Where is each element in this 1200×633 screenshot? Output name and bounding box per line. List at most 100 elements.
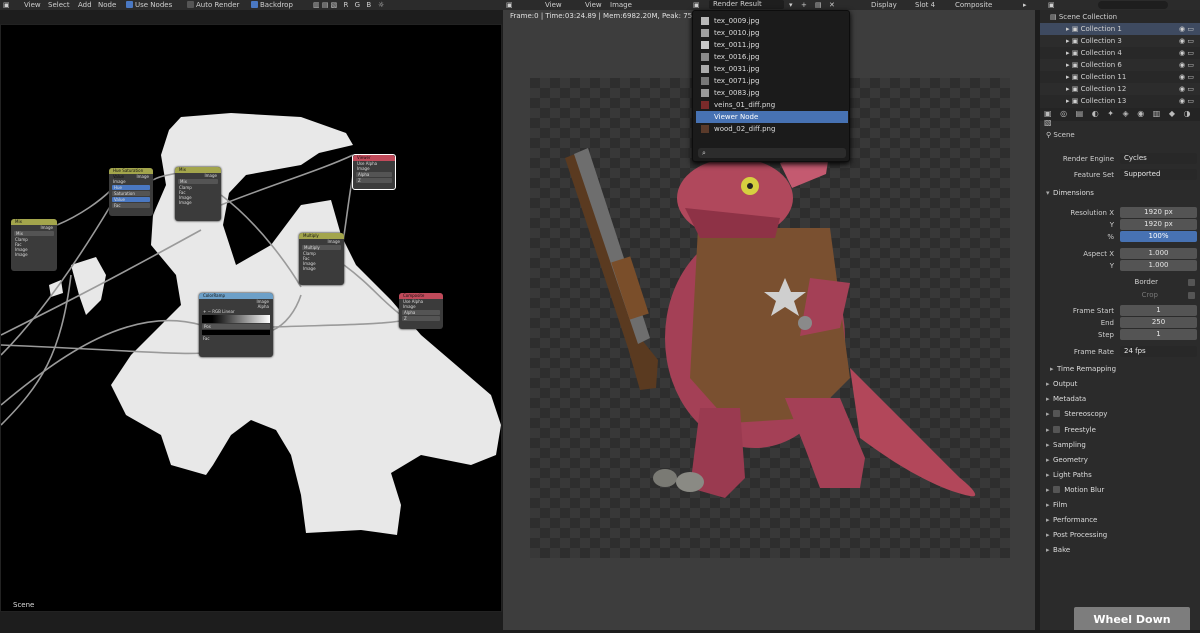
editor-type-icon[interactable]: ▣	[506, 0, 513, 10]
resolution-y-field[interactable]: 1920 px	[1120, 219, 1197, 230]
collection-row[interactable]: ▸ ▣ Collection 13 ◉ ▭	[1040, 95, 1200, 107]
use-nodes-toggle[interactable]: Use Nodes	[126, 0, 172, 10]
section-motion-blur[interactable]: ▸ Motion Blur	[1046, 486, 1104, 494]
section-stereoscopy[interactable]: ▸ Stereoscopy	[1046, 410, 1107, 418]
visibility-icons[interactable]: ◉ ▭	[1179, 35, 1194, 47]
properties-editor[interactable]: ▣ ◎ ▤ ◐ ✦ ◈ ◉ ▥ ◆ ◑ ▧ ⚲ Scene Render Eng…	[1040, 108, 1200, 630]
dropdown-search-input[interactable]: ⌕	[698, 148, 846, 158]
image-item[interactable]: tex_0011.jpg	[696, 39, 848, 51]
node-multiply[interactable]: Multiply Image Multiply Clamp Fac Image …	[299, 233, 344, 285]
menu-add[interactable]: Add	[78, 0, 92, 10]
scene-collection-row[interactable]: ▤ Scene Collection	[1040, 11, 1200, 23]
menu-view[interactable]: View	[545, 0, 562, 10]
image-item[interactable]: tex_0009.jpg	[696, 15, 848, 27]
sidebar-toggle-icon[interactable]: ▸	[1023, 0, 1027, 10]
image-browse-dropdown[interactable]: tex_0009.jpg tex_0010.jpg tex_0011.jpg t…	[692, 10, 850, 162]
image-item[interactable]: wood_02_diff.png	[696, 123, 848, 135]
image-item[interactable]: veins_01_diff.png	[696, 99, 848, 111]
collection-row[interactable]: ▸ ▣ Collection 6 ◉ ▭	[1040, 59, 1200, 71]
pass-select[interactable]: Composite	[955, 0, 992, 10]
open-image-icon[interactable]: ▤	[815, 0, 822, 10]
visibility-icons[interactable]: ◉ ▭	[1179, 23, 1194, 35]
stereoscopy-checkbox[interactable]	[1053, 410, 1060, 417]
visibility-icons[interactable]: ◉ ▭	[1179, 95, 1194, 107]
close-icon[interactable]: ✕	[829, 0, 835, 10]
property-tab-icons[interactable]: ▣ ◎ ▤ ◐ ✦ ◈ ◉ ▥ ◆ ◑ ▧	[1044, 109, 1200, 127]
node-hue-saturation-value[interactable]: Hue Saturation Value Image Image Hue Sat…	[109, 168, 153, 216]
slot-select[interactable]: Slot 4	[915, 0, 935, 10]
section-sampling[interactable]: ▸ Sampling	[1046, 441, 1086, 449]
section-post-processing[interactable]: ▸ Post Processing	[1046, 531, 1107, 539]
image-item[interactable]: tex_0010.jpg	[696, 27, 848, 39]
frame-rate-select[interactable]: 24 fps	[1120, 346, 1197, 357]
ramp-color-swatch[interactable]	[202, 330, 270, 335]
section-light-paths[interactable]: ▸ Light Paths	[1046, 471, 1092, 479]
editor-type-icon[interactable]: ▣	[3, 0, 10, 10]
section-geometry[interactable]: ▸ Geometry	[1046, 456, 1088, 464]
image-item-selected[interactable]: Viewer Node	[696, 111, 848, 123]
channel-b[interactable]: B	[366, 1, 371, 9]
section-time-remapping[interactable]: ▸ Time Remapping	[1050, 365, 1116, 373]
render-engine-select[interactable]: Cycles	[1120, 153, 1197, 164]
channel-g[interactable]: G	[355, 1, 360, 9]
menu-view[interactable]: View	[24, 0, 41, 10]
image-type-icon[interactable]: ▣	[693, 0, 700, 10]
image-name-field[interactable]: Render Result	[709, 0, 784, 9]
crop-checkbox[interactable]	[1188, 292, 1195, 299]
section-performance[interactable]: ▸ Performance	[1046, 516, 1097, 524]
section-film[interactable]: ▸ Film	[1046, 501, 1067, 509]
image-item[interactable]: tex_0083.jpg	[696, 87, 848, 99]
visibility-icons[interactable]: ◉ ▭	[1179, 83, 1194, 95]
node-editor[interactable]: Mix Image Mix Clamp Fac Image Image Hue …	[0, 24, 502, 612]
freestyle-checkbox[interactable]	[1053, 426, 1060, 433]
outliner[interactable]: ▣ ▤ Scene Collection ▸ ▣ Collection 1 ◉ ▭…	[1040, 0, 1200, 108]
frame-step-field[interactable]: 1	[1120, 329, 1197, 340]
node-colorramp[interactable]: ColorRamp Image Alpha + − RGB Linear Pos…	[199, 293, 273, 357]
aspect-y-field[interactable]: 1.000	[1120, 260, 1197, 271]
color-ramp-gradient[interactable]	[202, 315, 270, 323]
frame-end-field[interactable]: 250	[1120, 317, 1197, 328]
channel-r[interactable]: R	[344, 1, 349, 9]
border-checkbox[interactable]	[1188, 279, 1195, 286]
node-viewer[interactable]: Viewer Use Alpha Image Alpha Z	[352, 154, 396, 190]
menu-view-2[interactable]: View	[585, 0, 602, 10]
resolution-percent-field[interactable]: 100%	[1120, 231, 1197, 242]
menu-node[interactable]: Node	[98, 0, 116, 10]
display-menu[interactable]: Display	[871, 0, 897, 10]
image-item[interactable]: tex_0016.jpg	[696, 51, 848, 63]
section-bake[interactable]: ▸ Bake	[1046, 546, 1070, 554]
section-output[interactable]: ▸ Output	[1046, 380, 1077, 388]
browse-icon[interactable]: ▾	[789, 0, 793, 10]
visibility-icons[interactable]: ◉ ▭	[1179, 71, 1194, 83]
section-dimensions[interactable]: ▾ Dimensions	[1046, 189, 1094, 197]
node-mix-1[interactable]: Mix Image Mix Clamp Fac Image Image	[11, 219, 57, 271]
menu-select[interactable]: Select	[48, 0, 70, 10]
backdrop-channels[interactable]: ▥ ▤ ▧ R G B	[313, 0, 371, 10]
collection-row[interactable]: ▸ ▣ Collection 1 ◉ ▭	[1040, 23, 1200, 35]
properties-tabs[interactable]: ▣ ◎ ▤ ◐ ✦ ◈ ◉ ▥ ◆ ◑ ▧	[1040, 108, 1200, 127]
new-image-icon[interactable]: +	[801, 0, 807, 10]
frame-start-field[interactable]: 1	[1120, 305, 1197, 316]
menu-image[interactable]: Image	[610, 0, 632, 10]
image-item[interactable]: tex_0031.jpg	[696, 63, 848, 75]
section-metadata[interactable]: ▸ Metadata	[1046, 395, 1086, 403]
outliner-search-input[interactable]	[1098, 1, 1168, 9]
feature-set-select[interactable]: Supported	[1120, 169, 1197, 180]
sun-icon[interactable]: ☼	[378, 0, 384, 10]
resolution-x-field[interactable]: 1920 px	[1120, 207, 1197, 218]
collection-row[interactable]: ▸ ▣ Collection 11 ◉ ▭	[1040, 71, 1200, 83]
node-composite[interactable]: Composite Use Alpha Image Alpha Z	[399, 293, 443, 329]
ramp-controls[interactable]: + − RGB Linear	[199, 309, 273, 314]
aspect-x-field[interactable]: 1.000	[1120, 248, 1197, 259]
motion-blur-checkbox[interactable]	[1053, 486, 1060, 493]
node-mix-2[interactable]: Mix Image Mix Clamp Fac Image Image	[175, 167, 221, 221]
collection-row[interactable]: ▸ ▣ Collection 3 ◉ ▭	[1040, 35, 1200, 47]
editor-type-icon[interactable]: ▣	[1048, 0, 1055, 10]
collection-row[interactable]: ▸ ▣ Collection 4 ◉ ▭	[1040, 47, 1200, 59]
visibility-icons[interactable]: ◉ ▭	[1179, 47, 1194, 59]
image-item[interactable]: tex_0071.jpg	[696, 75, 848, 87]
collection-row[interactable]: ▸ ▣ Collection 12 ◉ ▭	[1040, 83, 1200, 95]
backdrop-toggle[interactable]: Backdrop	[251, 0, 293, 10]
auto-render-toggle[interactable]: Auto Render	[187, 0, 239, 10]
section-freestyle[interactable]: ▸ Freestyle	[1046, 426, 1096, 434]
